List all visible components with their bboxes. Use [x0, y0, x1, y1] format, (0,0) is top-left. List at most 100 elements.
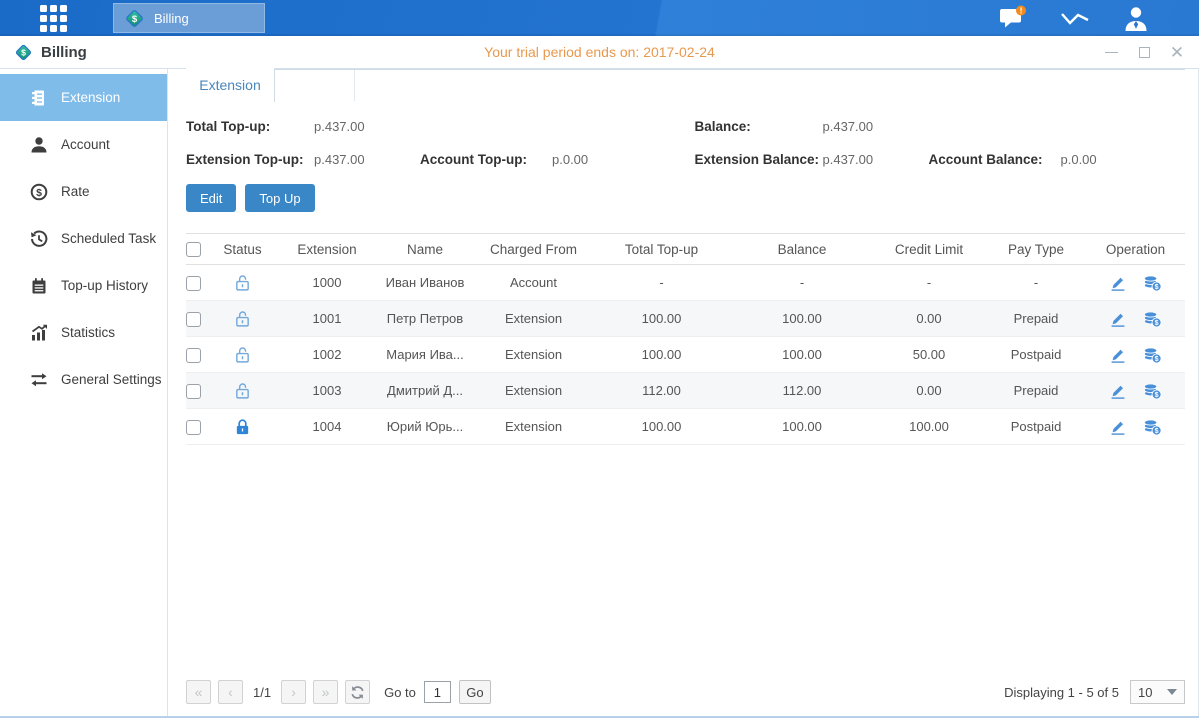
window-title: Billing [41, 44, 87, 61]
table-header-row: Status Extension Name Charged From Total… [186, 234, 1185, 265]
top-up-coins-icon[interactable]: $ [1143, 346, 1162, 364]
unlocked-icon[interactable] [234, 382, 251, 400]
maximize-icon[interactable] [1136, 44, 1152, 60]
unlocked-icon[interactable] [234, 310, 251, 328]
tab-extension-label: Extension [199, 77, 260, 93]
svg-text:$: $ [1155, 390, 1159, 398]
notifications-icon[interactable]: ! [999, 5, 1027, 31]
table-row[interactable]: 1000 Иван Иванов Account - - - - [186, 265, 1185, 301]
cell-balance: 100.00 [732, 301, 872, 337]
row-checkbox[interactable] [186, 420, 201, 435]
page-size-value: 10 [1138, 685, 1152, 700]
sidebar-item-extension[interactable]: Extension [0, 74, 167, 121]
tab-extension[interactable]: Extension [186, 68, 275, 102]
taskbar-billing-button[interactable]: $ Billing [113, 3, 265, 33]
billing-diamond-icon: $ [14, 43, 33, 62]
cell-balance: - [732, 265, 872, 301]
top-up-coins-icon[interactable]: $ [1143, 274, 1162, 292]
select-all-checkbox[interactable] [186, 242, 201, 257]
cell-credit-limit: 0.00 [872, 301, 986, 337]
svg-text:$: $ [36, 187, 42, 199]
edit-pencil-icon[interactable] [1109, 310, 1127, 328]
top-up-coins-icon[interactable]: $ [1143, 382, 1162, 400]
cell-credit-limit: 50.00 [872, 337, 986, 373]
sidebar-item-account[interactable]: Account [0, 121, 167, 168]
row-checkbox[interactable] [186, 276, 201, 291]
edit-pencil-icon[interactable] [1109, 274, 1127, 292]
cell-pay-type: - [986, 265, 1086, 301]
sidebar-item-statistics[interactable]: Statistics [0, 309, 167, 356]
cell-credit-limit: - [872, 265, 986, 301]
sidebar-item-topup-history[interactable]: Top-up History [0, 262, 167, 309]
column-charged-from: Charged From [476, 234, 591, 265]
cell-name: Дмитрий Д... [374, 373, 476, 409]
sidebar-item-label: General Settings [61, 372, 162, 387]
refresh-button[interactable] [345, 680, 370, 704]
svg-text:$: $ [1155, 426, 1159, 434]
edit-pencil-icon[interactable] [1109, 418, 1127, 436]
top-up-button[interactable]: Top Up [245, 184, 314, 212]
goto-label: Go to [384, 685, 416, 700]
minimize-icon[interactable] [1103, 44, 1119, 60]
app-grid-icon[interactable] [40, 5, 67, 32]
rate-icon: $ [30, 183, 48, 201]
statistics-icon [30, 324, 48, 342]
sidebar-item-label: Statistics [61, 325, 115, 340]
row-checkbox[interactable] [186, 348, 201, 363]
total-topup-value: p.437.00 [314, 119, 420, 134]
column-name: Name [374, 234, 476, 265]
cell-operation: $ [1086, 265, 1185, 301]
first-page-button[interactable]: « [186, 680, 211, 704]
go-button[interactable]: Go [459, 680, 491, 704]
locked-icon[interactable] [234, 418, 251, 436]
cell-charged-from: Extension [476, 301, 591, 337]
sidebar-item-scheduled-task[interactable]: Scheduled Task [0, 215, 167, 262]
top-up-coins-icon[interactable]: $ [1143, 310, 1162, 328]
page-size-select[interactable]: 10 [1130, 680, 1185, 704]
row-checkbox[interactable] [186, 384, 201, 399]
last-page-button[interactable]: » [313, 680, 338, 704]
chevron-down-icon [1167, 689, 1177, 695]
column-credit-limit: Credit Limit [872, 234, 986, 265]
extension-balance-label: Extension Balance: [695, 152, 823, 167]
refresh-icon [350, 685, 365, 700]
next-page-button[interactable]: › [281, 680, 306, 704]
sidebar-item-label: Scheduled Task [61, 231, 156, 246]
notification-badge: ! [1020, 6, 1023, 16]
cell-credit-limit: 100.00 [872, 409, 986, 445]
topup-history-icon [30, 277, 48, 295]
goto-page-input[interactable] [424, 681, 451, 703]
table-row[interactable]: 1001 Петр Петров Extension 100.00 100.00… [186, 301, 1185, 337]
extension-topup-value: p.437.00 [314, 152, 420, 167]
prev-page-button[interactable]: ‹ [218, 680, 243, 704]
svg-text:$: $ [1155, 282, 1159, 290]
table-row[interactable]: 1003 Дмитрий Д... Extension 112.00 112.0… [186, 373, 1185, 409]
table-row[interactable]: 1002 Мария Ива... Extension 100.00 100.0… [186, 337, 1185, 373]
general-settings-icon [30, 371, 48, 389]
cell-status [205, 301, 280, 337]
top-up-coins-icon[interactable]: $ [1143, 418, 1162, 436]
sidebar-item-general-settings[interactable]: General Settings [0, 356, 167, 403]
edit-button[interactable]: Edit [186, 184, 236, 212]
edit-pencil-icon[interactable] [1109, 346, 1127, 364]
edit-pencil-icon[interactable] [1109, 382, 1127, 400]
cell-pay-type: Postpaid [986, 409, 1086, 445]
cell-balance: 100.00 [732, 337, 872, 373]
statistics-chart-icon[interactable] [1059, 6, 1091, 30]
extension-table: Status Extension Name Charged From Total… [186, 233, 1185, 445]
cell-name: Юрий Юрь... [374, 409, 476, 445]
unlocked-icon[interactable] [234, 274, 251, 292]
user-account-icon[interactable] [1123, 5, 1149, 32]
cell-charged-from: Extension [476, 409, 591, 445]
extension-icon [30, 89, 48, 107]
row-checkbox[interactable] [186, 312, 201, 327]
unlocked-icon[interactable] [234, 346, 251, 364]
cell-extension: 1004 [280, 409, 374, 445]
cell-extension: 1000 [280, 265, 374, 301]
close-icon[interactable]: ✕ [1169, 44, 1185, 60]
main-content: Extension Total Top-up: p.437.00 Extensi… [168, 69, 1199, 718]
sidebar-item-rate[interactable]: $ Rate [0, 168, 167, 215]
cell-charged-from: Account [476, 265, 591, 301]
table-row[interactable]: 1004 Юрий Юрь... Extension 100.00 100.00… [186, 409, 1185, 445]
cell-status [205, 409, 280, 445]
